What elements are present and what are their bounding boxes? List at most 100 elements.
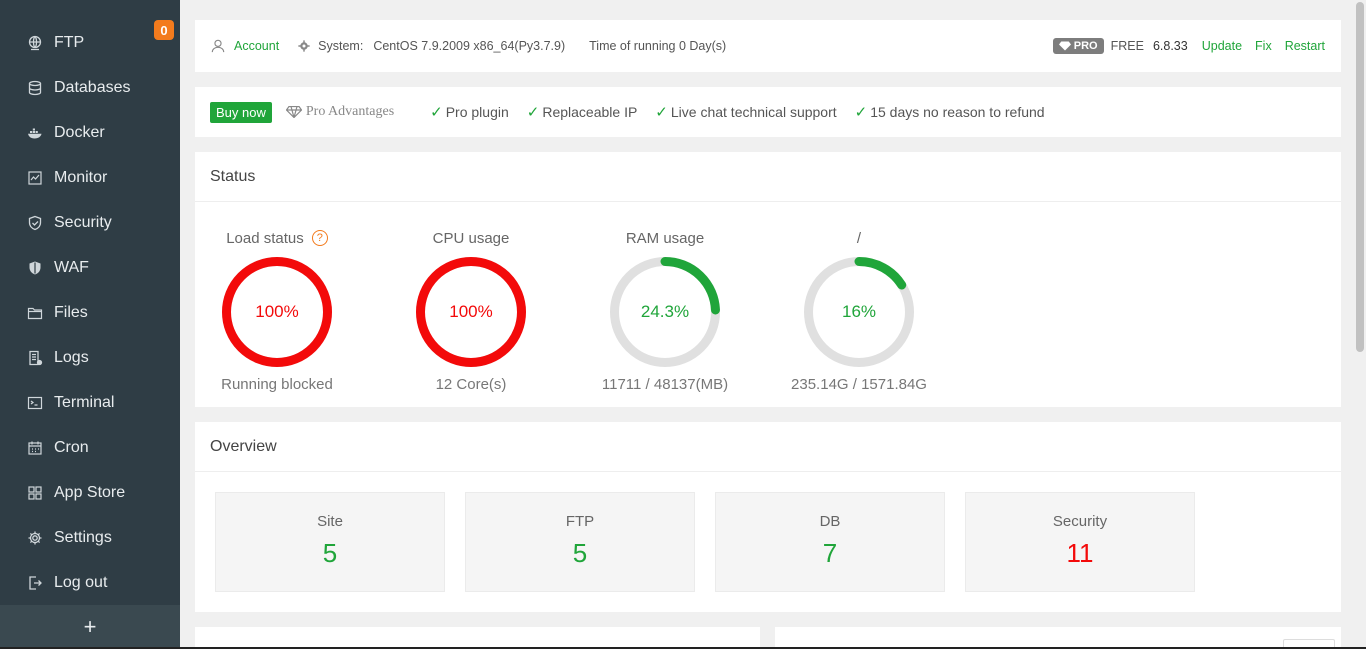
gauge-subtitle: 12 Core(s) [435, 376, 507, 393]
sidebar-item-logs[interactable]: Logs [0, 336, 180, 380]
pro-tag: PRO [1052, 38, 1104, 54]
system-value: CentOS 7.9.2009 x86_64(Py3.7.9) [373, 39, 566, 53]
sidebar: FTP 0 Databases Docker Monitor Security … [0, 0, 180, 649]
logout-icon [26, 574, 44, 592]
gear-icon [26, 529, 44, 547]
sidebar-item-databases[interactable]: Databases [0, 66, 180, 110]
card-value: 5 [322, 538, 338, 568]
gauge-ring: 16% [804, 257, 914, 367]
sidebar-item-label: Terminal [54, 394, 115, 411]
sidebar-item-label: Files [54, 304, 88, 321]
check-icon: ✓ [854, 104, 868, 121]
gauge-ring: 24.3% [610, 257, 720, 367]
sidebar-item-ftp[interactable]: FTP [0, 21, 180, 65]
card-value: 11 [1066, 538, 1094, 568]
sidebar-item-label: WAF [54, 259, 89, 276]
gauge-subtitle: Running blocked [221, 376, 333, 393]
gauge-title: Load status? [197, 227, 357, 249]
gauge-title: RAM usage [625, 229, 705, 247]
card-label: Site [317, 513, 343, 530]
update-link[interactable]: Update [1202, 39, 1242, 53]
overview-card-ftp[interactable]: FTP 5 [465, 492, 695, 592]
monitor-icon [26, 169, 44, 187]
gauge-cpu-usage[interactable]: CPU usage 100% 12 Core(s) [391, 227, 551, 393]
gauge-disk-root[interactable]: / 16% 235.14G / 1571.84G [779, 227, 939, 394]
edition-label: FREE [1110, 39, 1144, 53]
feature-item: ✓ 15 days no reason to refund [854, 104, 1045, 121]
version-label: 6.8.33 [1152, 39, 1188, 53]
database-icon [26, 79, 44, 97]
sidebar-item-label: FTP [54, 34, 85, 51]
sidebar-item-app-store[interactable]: App Store [0, 471, 180, 515]
card-value: 5 [572, 538, 588, 568]
gauge-value: 24.3% [640, 302, 690, 321]
card-label: Security [1052, 513, 1108, 530]
sidebar-item-label: Cron [54, 439, 89, 456]
pro-promo-bar: Buy now Pro Advantages ✓ Pro plugin ✓ Repl… [195, 87, 1341, 137]
feature-item: ✓ Live chat technical support [655, 104, 837, 121]
bottom-right-panel [775, 627, 1341, 649]
card-label: FTP [565, 513, 595, 530]
sidebar-item-cron[interactable]: Cron [0, 426, 180, 470]
sidebar-item-docker[interactable]: Docker [0, 111, 180, 155]
grid-icon [26, 484, 44, 502]
sidebar-item-terminal[interactable]: Terminal [0, 381, 180, 425]
check-icon: ✓ [655, 104, 668, 121]
sidebar-item-files[interactable]: Files [0, 291, 180, 335]
gauge-load-status[interactable]: Load status? 100% Running blocked [197, 227, 357, 394]
fix-link[interactable]: Fix [1255, 39, 1272, 53]
gauge-ring: 100% [222, 257, 332, 367]
diamond-icon [1058, 41, 1071, 51]
overview-panel: Overview Site 5 FTP 5 DB 7 Security 11 [195, 422, 1341, 612]
account-link[interactable]: Account [234, 39, 279, 53]
gauge-ram-usage[interactable]: RAM usage 24.3% 11711 / 48137(MB) [585, 227, 745, 394]
sidebar-item-label: Log out [54, 574, 108, 591]
gauge-title: CPU usage [432, 229, 510, 247]
shield-icon [26, 214, 44, 232]
user-icon [211, 39, 225, 53]
pro-advantages-link[interactable]: Pro Advantages [285, 104, 394, 120]
sidebar-item-security[interactable]: Security [0, 201, 180, 245]
sidebar-item-log-out[interactable]: Log out [0, 561, 180, 605]
restart-link[interactable]: Restart [1285, 39, 1325, 53]
gauge-title: / [856, 229, 862, 247]
buy-now-button[interactable]: Buy now [210, 101, 272, 123]
gauge-value: 100% [449, 302, 493, 321]
add-shortcut-button[interactable]: + [0, 605, 180, 649]
sidebar-item-monitor[interactable]: Monitor [0, 156, 180, 200]
sidebar-item-waf[interactable]: WAF [0, 246, 180, 290]
sidebar-item-label: Databases [54, 79, 131, 96]
check-icon: ✓ [430, 104, 443, 121]
running-time: Time of running 0 Day(s) [589, 39, 727, 53]
overview-card-site[interactable]: Site 5 [215, 492, 445, 592]
folder-icon [26, 304, 44, 322]
sidebar-item-label: Logs [54, 349, 89, 366]
gauge-subtitle: 11711 / 48137(MB) [601, 376, 729, 393]
help-icon[interactable]: ? [311, 230, 328, 246]
bottom-left-panel [195, 627, 760, 649]
gauge-ring: 100% [416, 257, 526, 367]
sidebar-item-settings[interactable]: Settings [0, 516, 180, 560]
sidebar-item-label: Security [54, 214, 112, 231]
gauge-subtitle: 235.14G / 1571.84G [791, 376, 927, 393]
sidebar-item-label: Monitor [54, 169, 108, 186]
status-title: Status [195, 152, 1341, 202]
globe-icon [26, 34, 44, 52]
overview-card-db[interactable]: DB 7 [715, 492, 945, 592]
card-value: 7 [822, 538, 838, 568]
system-label: System: [318, 39, 364, 53]
scrollbar-thumb[interactable] [1356, 2, 1364, 352]
calendar-icon [26, 439, 44, 457]
status-panel: Status Load status? 100% Running blocked… [195, 152, 1341, 407]
sidebar-item-label: Settings [54, 529, 112, 546]
gear-icon [298, 40, 310, 52]
gauge-value: 100% [255, 302, 299, 321]
log-icon [26, 349, 44, 367]
overview-card-security[interactable]: Security 11 [965, 492, 1195, 592]
card-label: DB [819, 513, 841, 530]
overview-title: Overview [195, 422, 1341, 472]
waf-shield-icon [26, 259, 44, 277]
feature-item: ✓ Replaceable IP [526, 104, 638, 121]
diamond-icon [285, 106, 302, 118]
ftp-count-badge: 0 [154, 20, 174, 40]
